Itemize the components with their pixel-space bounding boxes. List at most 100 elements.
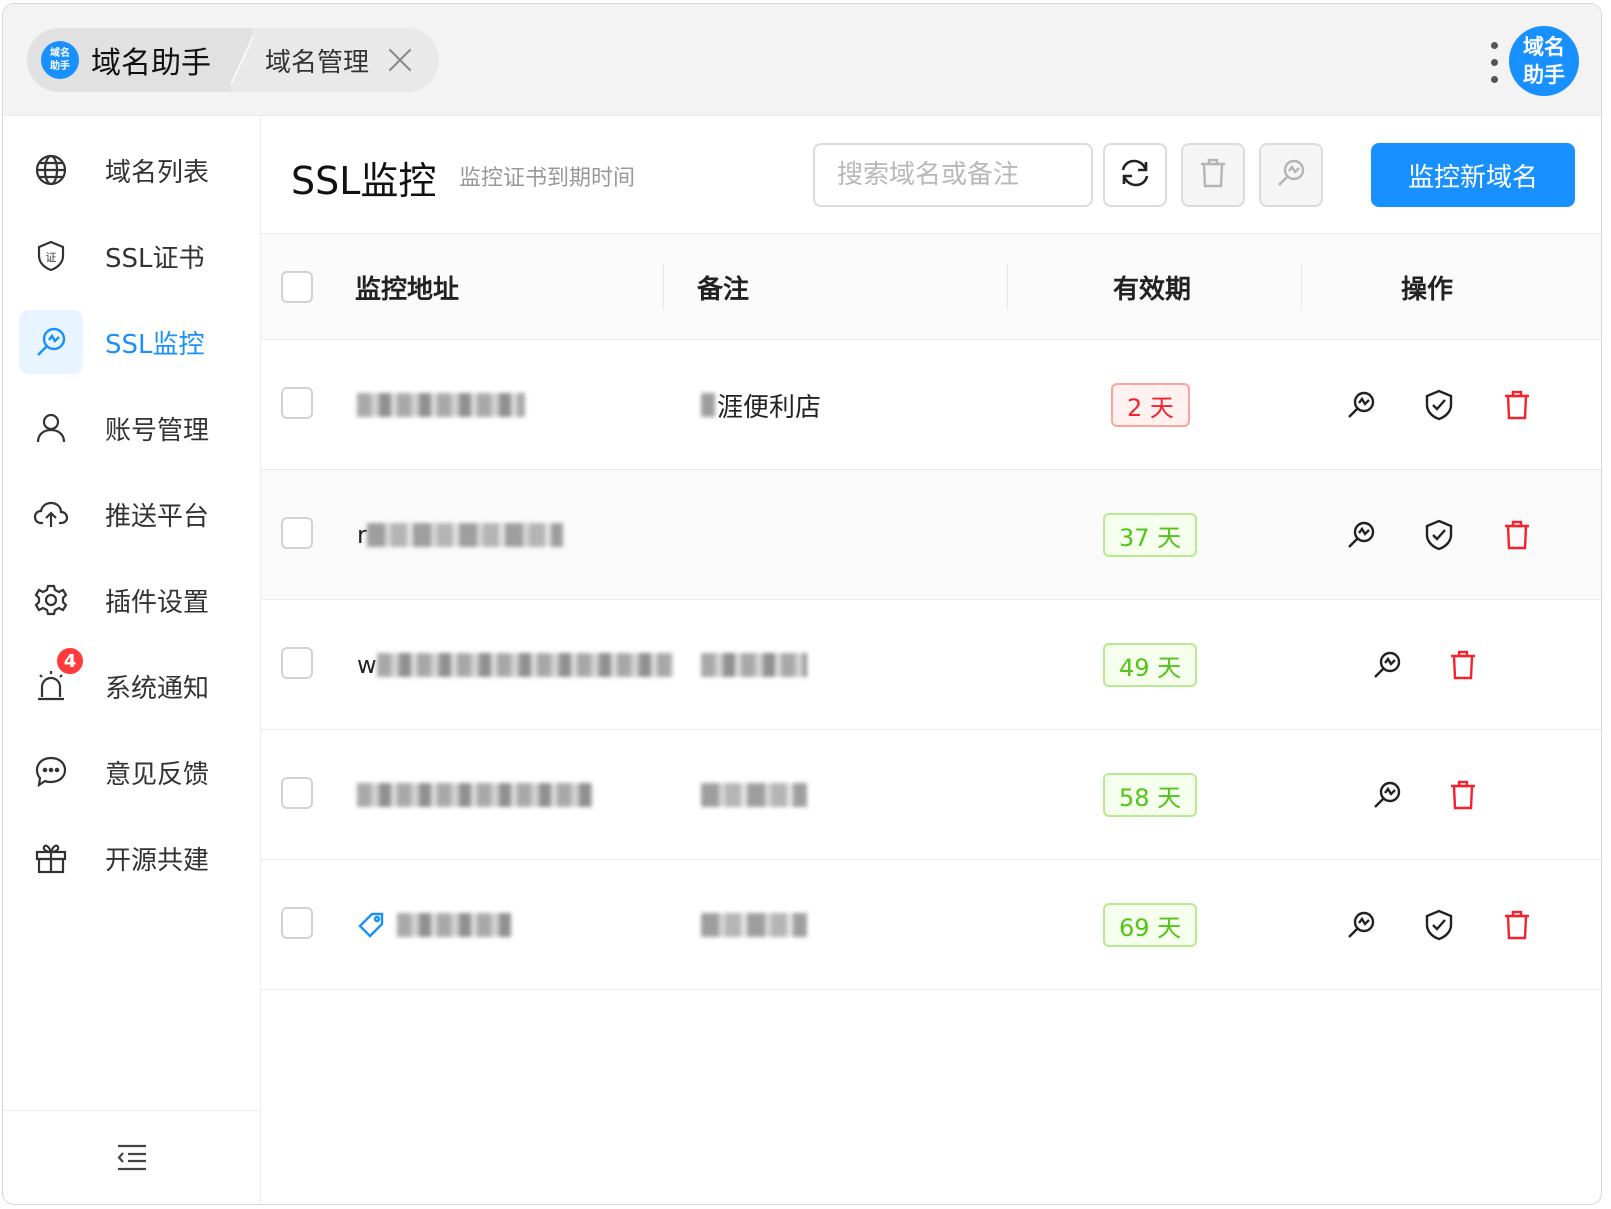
table-row: r 37 天 bbox=[261, 470, 1601, 600]
page-subtitle: 监控证书到期时间 bbox=[459, 166, 636, 191]
delete-row-button[interactable] bbox=[1441, 643, 1485, 687]
add-monitor-button[interactable]: 监控新域名 bbox=[1371, 143, 1575, 207]
monitor-search-icon bbox=[1348, 521, 1375, 548]
sidebar-item-push-platform[interactable]: 推送平台 bbox=[19, 482, 245, 546]
alarm-icon: 4 bbox=[19, 646, 85, 718]
sidebar-item-label: 插件设置 bbox=[105, 587, 210, 618]
delete-row-button[interactable] bbox=[1495, 383, 1539, 427]
monitor-search-icon bbox=[1348, 911, 1375, 938]
tab-home-label: 域名助手 bbox=[91, 46, 211, 81]
monitor-row-button[interactable] bbox=[1339, 903, 1383, 947]
sidebar-item-label: SSL监控 bbox=[105, 329, 205, 360]
app-logo: 域名助手 bbox=[41, 41, 79, 79]
note-cell bbox=[701, 770, 807, 820]
tab-strip: 域名助手 域名助手 域名管理 bbox=[27, 28, 440, 92]
row-checkbox[interactable] bbox=[281, 907, 313, 939]
tab-domain-management[interactable]: 域名管理 bbox=[253, 28, 440, 92]
close-icon[interactable] bbox=[387, 47, 413, 73]
note-cell bbox=[701, 640, 807, 690]
sidebar-item-accounts[interactable]: 账号管理 bbox=[19, 396, 245, 460]
table-row: 58 天 bbox=[261, 730, 1601, 860]
monitor-search-icon bbox=[1374, 651, 1401, 678]
monitor-search-icon bbox=[1275, 157, 1307, 193]
row-checkbox[interactable] bbox=[281, 777, 313, 809]
sidebar-item-feedback[interactable]: 意见反馈 bbox=[19, 740, 245, 804]
top-bar: 域名助手 域名助手 域名管理 域名助手 bbox=[3, 4, 1601, 116]
refresh-button[interactable] bbox=[1103, 143, 1167, 207]
trash-icon bbox=[1451, 650, 1475, 680]
redacted-text bbox=[376, 653, 673, 677]
shield-check-icon bbox=[1425, 909, 1453, 941]
tab-home[interactable]: 域名助手 域名助手 bbox=[27, 28, 231, 92]
trash-icon bbox=[1505, 390, 1529, 420]
redacted-text bbox=[357, 783, 593, 807]
avatar[interactable]: 域名助手 bbox=[1509, 26, 1579, 96]
delete-row-button[interactable] bbox=[1495, 513, 1539, 557]
monitor-url bbox=[357, 380, 525, 430]
sidebar-item-label: 系统通知 bbox=[105, 673, 210, 704]
monitor-row-button[interactable] bbox=[1339, 513, 1383, 557]
monitor-table: 监控地址 备注 有效期 操作 涯便利店 2 天 r 37 天 w 49 天 58… bbox=[261, 234, 1601, 990]
sidebar-item-label: 开源共建 bbox=[105, 845, 210, 876]
column-divider bbox=[1007, 264, 1008, 310]
app-window: 域名助手 域名助手 域名管理 域名助手 域名列表 证 SSL证书 SSL监控 账… bbox=[2, 3, 1602, 1205]
url-prefix: r bbox=[357, 521, 367, 549]
sidebar-item-plugin-settings[interactable]: 插件设置 bbox=[19, 568, 245, 632]
tab-active-label: 域名管理 bbox=[265, 47, 370, 78]
column-header-validity: 有效期 bbox=[1113, 274, 1192, 305]
redacted-text bbox=[701, 783, 807, 807]
cloud-upload-icon bbox=[19, 482, 83, 546]
sidebar-item-ssl-monitor[interactable]: SSL监控 bbox=[19, 310, 245, 374]
batch-delete-button[interactable] bbox=[1181, 143, 1245, 207]
url-prefix: w bbox=[357, 651, 377, 679]
trash-icon bbox=[1505, 520, 1529, 550]
redacted-text bbox=[701, 913, 807, 937]
cert-row-button[interactable] bbox=[1417, 383, 1461, 427]
main-content: SSL监控 监控证书到期时间 监控新域名 bbox=[261, 116, 1601, 1204]
select-all-checkbox[interactable] bbox=[281, 271, 313, 303]
search-input[interactable] bbox=[813, 143, 1093, 207]
row-checkbox[interactable] bbox=[281, 387, 313, 419]
cert-row-button[interactable] bbox=[1417, 513, 1461, 557]
shield-check-icon bbox=[1425, 519, 1453, 551]
sidebar-collapse-button[interactable] bbox=[3, 1110, 260, 1204]
delete-row-button[interactable] bbox=[1441, 773, 1485, 817]
note-cell: 涯便利店 bbox=[701, 380, 821, 430]
sidebar-item-ssl-cert[interactable]: 证 SSL证书 bbox=[19, 224, 245, 288]
column-divider bbox=[1301, 264, 1302, 310]
delete-row-button[interactable] bbox=[1495, 903, 1539, 947]
cert-row-button[interactable] bbox=[1417, 903, 1461, 947]
note-cell bbox=[701, 900, 807, 950]
monitor-row-button[interactable] bbox=[1339, 383, 1383, 427]
app-logo-text: 域名助手 bbox=[50, 48, 70, 72]
chat-bubble-icon bbox=[19, 740, 83, 804]
monitor-row-button[interactable] bbox=[1365, 643, 1409, 687]
redacted-text bbox=[357, 393, 525, 417]
trash-icon bbox=[1505, 910, 1529, 940]
sidebar-item-label: 推送平台 bbox=[105, 501, 210, 532]
sidebar-item-domain-list[interactable]: 域名列表 bbox=[19, 138, 245, 202]
refresh-icon bbox=[1119, 157, 1151, 193]
batch-monitor-button[interactable] bbox=[1259, 143, 1323, 207]
sidebar-item-label: 意见反馈 bbox=[105, 759, 210, 790]
column-header-actions: 操作 bbox=[1401, 274, 1454, 305]
more-vertical-icon[interactable] bbox=[1491, 42, 1499, 84]
redacted-text bbox=[701, 393, 715, 417]
sidebar-item-open-source[interactable]: 开源共建 bbox=[19, 826, 245, 890]
user-icon bbox=[19, 396, 83, 460]
column-header-note: 备注 bbox=[697, 274, 750, 305]
sidebar-item-notifications[interactable]: 4 系统通知 bbox=[19, 646, 245, 718]
row-checkbox[interactable] bbox=[281, 517, 313, 549]
monitor-search-icon bbox=[19, 310, 83, 374]
table-row: 涯便利店 2 天 bbox=[261, 340, 1601, 470]
row-checkbox[interactable] bbox=[281, 647, 313, 679]
menu-fold-icon bbox=[116, 1143, 148, 1175]
sidebar-item-label: 账号管理 bbox=[105, 415, 210, 446]
note-text: 涯便利店 bbox=[717, 392, 822, 423]
sidebar: 域名列表 证 SSL证书 SSL监控 账号管理 推送平台 插件设置 4 系统通知… bbox=[3, 116, 261, 1204]
monitor-url: w bbox=[357, 640, 673, 690]
monitor-row-button[interactable] bbox=[1365, 773, 1409, 817]
certificate-shield-icon: 证 bbox=[19, 224, 83, 288]
table-header: 监控地址 备注 有效期 操作 bbox=[261, 234, 1601, 340]
validity-tag: 69 天 bbox=[1103, 903, 1198, 947]
